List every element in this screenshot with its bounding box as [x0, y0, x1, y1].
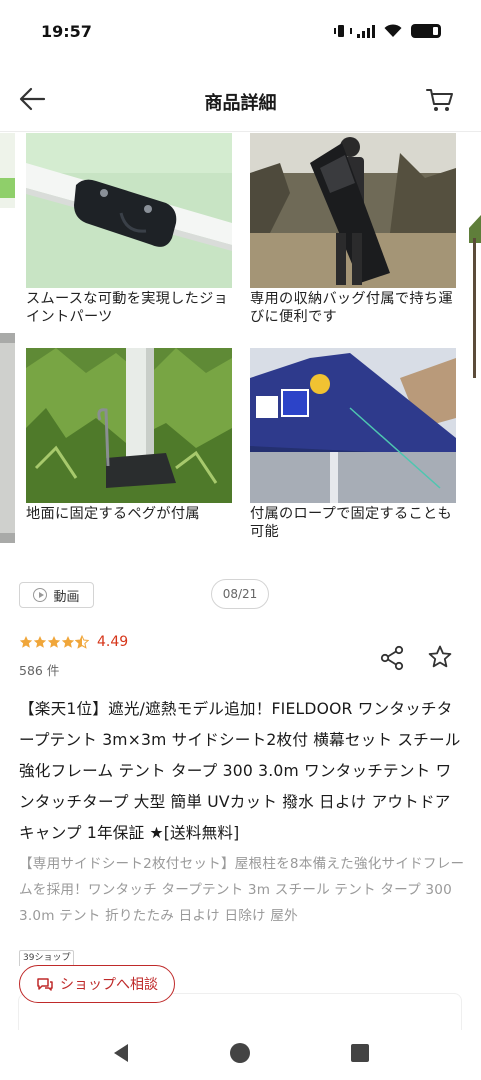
gallery-item[interactable]: 地面に固定するペグが付属 [26, 348, 236, 523]
product-title: 【楽天1位】遮光/遮熱モデル追加！FIELDOOR ワンタッチタープテント 3m… [19, 700, 461, 842]
gallery-caption: 専用の収納バッグ付属で持ち運びに便利です [250, 291, 453, 325]
star-full-icon [47, 636, 61, 648]
rating-stars [19, 635, 89, 649]
favorite-star-icon[interactable] [427, 644, 453, 670]
joint-parts-photo [26, 133, 232, 288]
star-full-icon [61, 636, 75, 648]
status-icons [334, 24, 441, 38]
next-image-peek[interactable] [469, 133, 481, 565]
status-bar: 19:57 [0, 0, 481, 66]
gallery-item[interactable]: スムースな可動を実現したジョイントパーツ [26, 133, 236, 326]
gallery-item[interactable]: 専用の収納バッグ付属で持ち運びに便利です [250, 133, 460, 326]
product-image-gallery[interactable]: スムースな可動を実現したジョイントパーツ 専用の収納バッグ付属で持ち運びに便利で… [0, 133, 481, 565]
product-description: 【専用サイドシート2枚付セット】屋根柱を8本備えた強化サイドフレームを採用！ワン… [19, 856, 465, 924]
chat-bubble-icon [37, 978, 53, 991]
shop-consult-button[interactable]: ショップへ相談 [19, 965, 175, 1003]
wifi-icon [384, 24, 402, 37]
previous-image-peek[interactable] [0, 133, 15, 565]
nav-back-icon[interactable] [112, 1043, 130, 1063]
nav-home-icon[interactable] [230, 1043, 250, 1063]
review-count[interactable]: 586 件 [19, 660, 59, 679]
star-half-icon [75, 635, 89, 649]
vibrate-icon [334, 24, 352, 38]
consult-label: ショップへ相談 [60, 977, 158, 993]
rating-value: 4.49 [97, 634, 129, 650]
page-title: 商品詳細 [204, 93, 277, 114]
media-row: 動画 08/21 [0, 576, 481, 616]
star-full-icon [19, 636, 33, 648]
status-time: 19:57 [41, 22, 92, 41]
star-full-icon [33, 636, 47, 648]
signal-icon [357, 24, 375, 38]
share-icon[interactable] [379, 645, 405, 671]
gallery-caption: 付属のロープで固定することも可能 [250, 506, 452, 540]
shop-badge: 39ショップ [19, 950, 75, 966]
storage-bag-photo [250, 133, 456, 288]
battery-icon [411, 24, 441, 38]
system-nav-bar [0, 1030, 481, 1080]
video-button[interactable]: 動画 [19, 582, 94, 608]
play-icon [33, 588, 48, 602]
cart-icon[interactable] [424, 86, 456, 114]
video-label: 動画 [53, 589, 80, 605]
rating-row[interactable]: 4.49 [19, 634, 128, 650]
app-header: 商品詳細 [0, 66, 481, 132]
gallery-caption: 地面に固定するペグが付属 [26, 506, 200, 522]
tent-rope-photo [250, 348, 456, 503]
gallery-item[interactable]: 付属のロープで固定することも可能 [250, 348, 460, 541]
image-page-counter: 08/21 [211, 579, 269, 609]
ground-peg-photo [26, 348, 232, 503]
gallery-caption: スムースな可動を実現したジョイントパーツ [26, 291, 229, 325]
nav-recents-icon[interactable] [351, 1044, 369, 1062]
